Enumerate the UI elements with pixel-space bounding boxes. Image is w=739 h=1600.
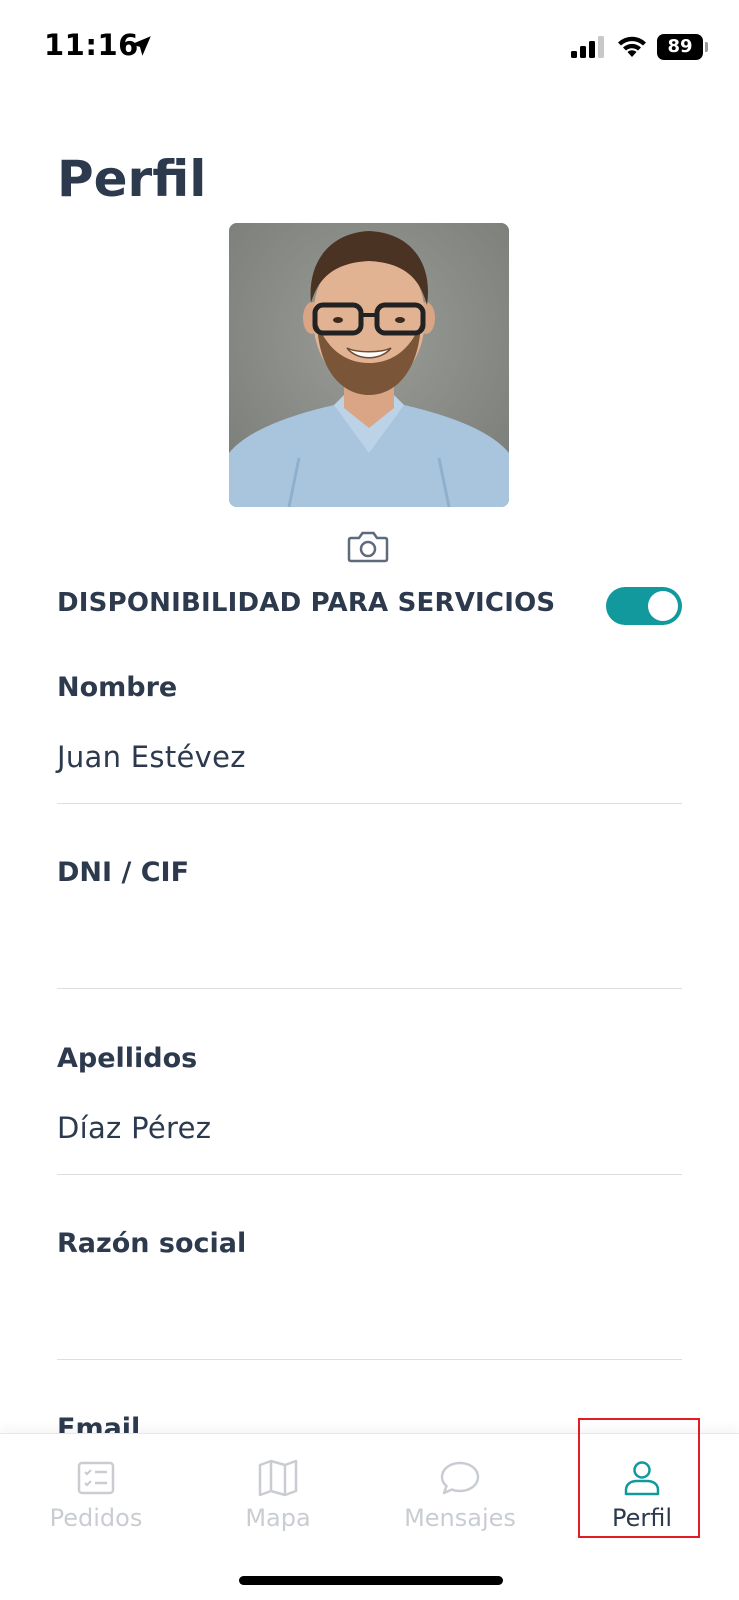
map-icon bbox=[258, 1459, 298, 1497]
nav-item-mapa[interactable]: Mapa bbox=[186, 1434, 370, 1554]
wifi-icon bbox=[618, 36, 646, 57]
nombre-value[interactable]: Juan Estévez bbox=[57, 740, 246, 774]
field-divider bbox=[57, 988, 682, 989]
profile-photo[interactable] bbox=[229, 223, 509, 507]
battery-cap bbox=[705, 42, 708, 52]
apellidos-value[interactable]: Díaz Pérez bbox=[57, 1111, 211, 1145]
status-bar: 11:16 89 bbox=[0, 0, 739, 92]
profile-screen: 11:16 89 Perfil DISPONIBILIDAD PARA SERV… bbox=[0, 0, 739, 1600]
field-divider bbox=[57, 803, 682, 804]
field-divider bbox=[57, 1359, 682, 1360]
person-photo bbox=[229, 223, 509, 507]
battery-level: 89 bbox=[667, 36, 693, 57]
order-list-icon bbox=[77, 1461, 115, 1495]
battery-icon: 89 bbox=[657, 34, 703, 60]
field-divider bbox=[57, 1174, 682, 1175]
nav-label: Pedidos bbox=[49, 1504, 143, 1532]
field-label: Apellidos bbox=[57, 1043, 198, 1074]
field-dni-cif[interactable]: DNI / CIF bbox=[57, 857, 682, 1043]
home-indicator[interactable] bbox=[239, 1576, 503, 1585]
nav-item-pedidos[interactable]: Pedidos bbox=[4, 1434, 188, 1554]
field-label: DNI / CIF bbox=[57, 857, 190, 888]
nav-item-mensajes[interactable]: Mensajes bbox=[368, 1434, 552, 1554]
nav-label: Mapa bbox=[245, 1504, 311, 1532]
availability-toggle[interactable] bbox=[606, 587, 682, 625]
chat-bubble-icon bbox=[440, 1461, 480, 1495]
field-label: Razón social bbox=[57, 1228, 247, 1259]
field-nombre[interactable]: Nombre Juan Estévez bbox=[57, 672, 682, 858]
page-title: Perfil bbox=[57, 150, 207, 208]
nav-label: Mensajes bbox=[404, 1504, 516, 1532]
cellular-signal-icon bbox=[571, 36, 604, 58]
active-tab-highlight bbox=[578, 1418, 700, 1538]
status-time: 11:16 bbox=[44, 28, 139, 62]
toggle-knob bbox=[648, 591, 678, 621]
field-apellidos[interactable]: Apellidos Díaz Pérez bbox=[57, 1043, 682, 1229]
field-razon-social[interactable]: Razón social bbox=[57, 1228, 682, 1414]
availability-label: DISPONIBILIDAD PARA SERVICIOS bbox=[57, 588, 556, 618]
camera-icon[interactable] bbox=[347, 528, 389, 564]
field-label: Nombre bbox=[57, 672, 178, 703]
location-arrow-icon bbox=[131, 36, 151, 56]
